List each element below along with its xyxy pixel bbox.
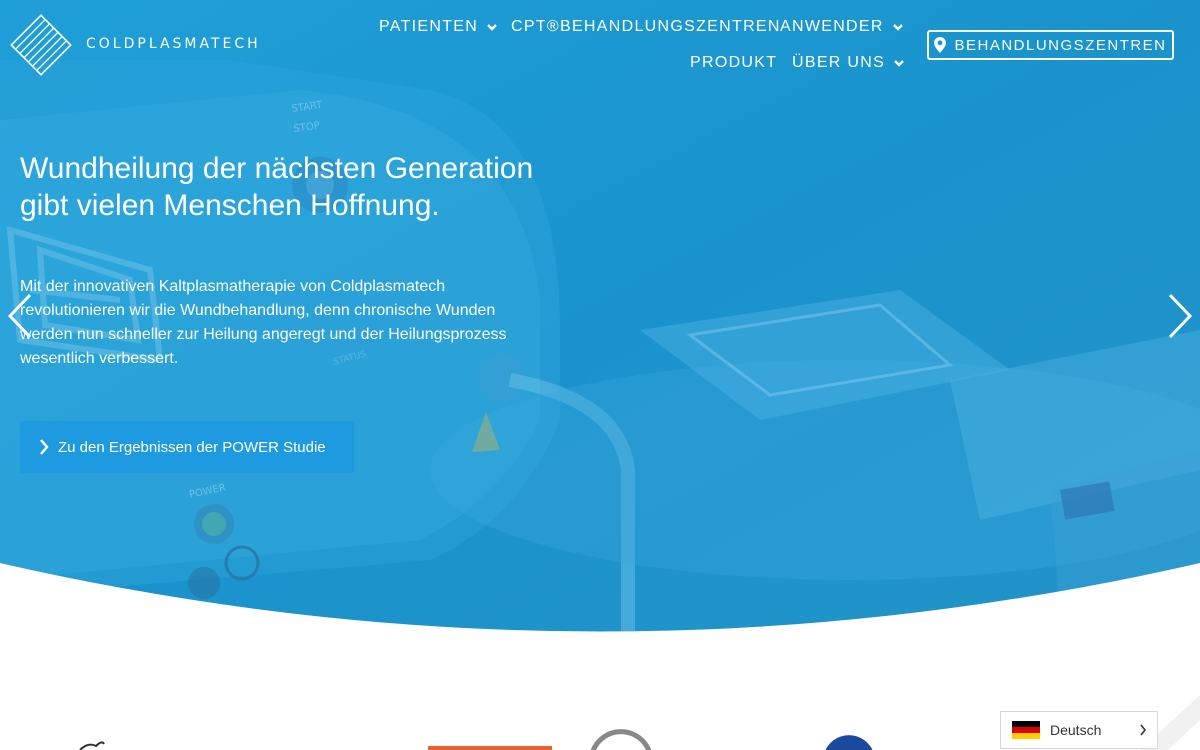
logo-mark-icon xyxy=(10,14,72,76)
partner-logo-blue xyxy=(825,735,873,750)
chevron-right-icon xyxy=(1140,724,1147,736)
behandlungszentren-button[interactable]: BEHANDLUNGSZENTREN xyxy=(927,30,1174,60)
chevron-down-icon xyxy=(894,60,904,67)
language-switcher[interactable]: Deutsch xyxy=(1000,711,1158,749)
power-study-label: Zu den Ergebnissen der POWER Studie xyxy=(58,438,326,456)
nav-label: ANWENDER xyxy=(780,18,884,35)
partner-logo-orange xyxy=(428,746,552,750)
chevron-down-icon xyxy=(487,24,497,31)
nav-label: CPT®BEHANDLUNGSZENTREN xyxy=(511,18,781,35)
nav-label: ÜBER UNS xyxy=(792,54,886,71)
nav-item-anwender[interactable]: ANWENDER xyxy=(780,18,904,36)
nav-item-patienten[interactable]: PATIENTEN xyxy=(379,18,498,36)
german-flag-icon xyxy=(1012,721,1040,739)
hero-section: START STOP STATUS POWER COLDPLASMATECH P… xyxy=(0,0,1200,640)
map-pin-icon xyxy=(934,37,947,53)
hero-lead-text: Mit der innovativen Kaltplasmatherapie v… xyxy=(20,278,507,367)
partner-logo-circle xyxy=(590,729,652,750)
nav-item-cpt-behandlungszentren[interactable]: CPT®BEHANDLUNGSZENTREN xyxy=(511,18,781,36)
hero-headline-line1: Wundheilung der nächsten Generation xyxy=(20,152,534,185)
nav-item-ueber-uns[interactable]: ÜBER UNS xyxy=(792,54,905,72)
slider-prev-arrow-icon[interactable] xyxy=(6,293,34,339)
language-label: Deutsch xyxy=(1050,722,1102,738)
partner-logo-script xyxy=(79,741,105,750)
hero-headline: Wundheilung der nächsten Generation gibt… xyxy=(20,150,580,224)
chevron-down-icon xyxy=(892,24,903,31)
hero-headline-line2: gibt vielen Menschen Hoffnung. xyxy=(20,189,440,222)
chevron-right-icon xyxy=(40,439,49,455)
nav-item-produkt[interactable]: PRODUKT xyxy=(690,54,777,72)
brand-logo[interactable]: COLDPLASMATECH xyxy=(10,14,260,76)
brand-name: COLDPLASMATECH xyxy=(86,36,261,52)
nav-label: PATIENTEN xyxy=(379,18,479,35)
slider-next-arrow-icon[interactable] xyxy=(1166,293,1194,339)
nav-label: PRODUKT xyxy=(690,54,778,71)
behandlungszentren-label: BEHANDLUNGSZENTREN xyxy=(954,36,1167,54)
power-study-button[interactable]: Zu den Ergebnissen der POWER Studie xyxy=(20,421,354,473)
